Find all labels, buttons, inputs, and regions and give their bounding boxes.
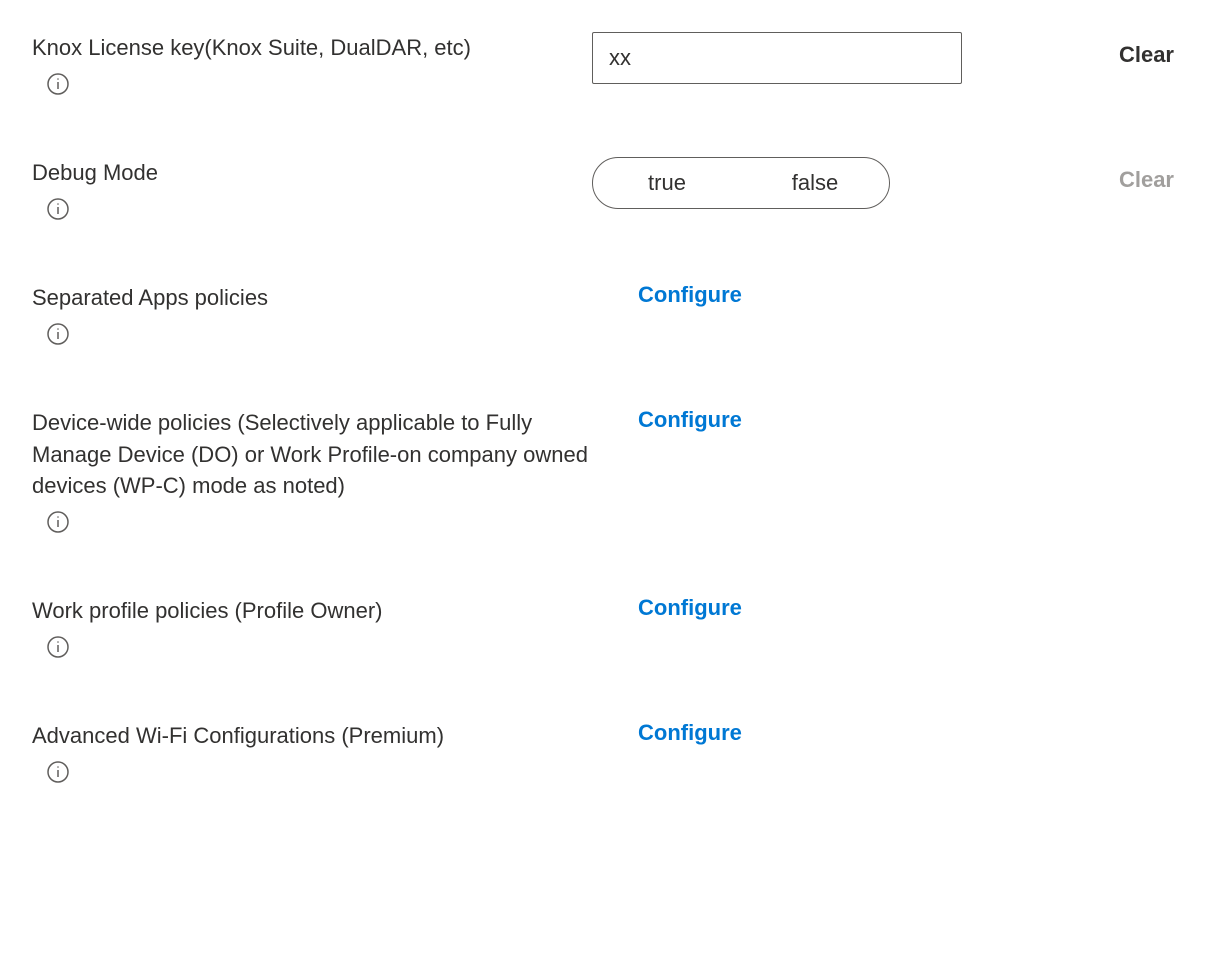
info-icon[interactable]	[46, 72, 70, 96]
wifi-config-configure-button[interactable]: Configure	[592, 720, 742, 746]
device-wide-row: Device-wide policies (Selectively applic…	[32, 407, 1182, 540]
info-icon[interactable]	[46, 197, 70, 221]
debug-mode-true-option[interactable]: true	[593, 158, 741, 208]
debug-mode-row: Debug Mode true false Clear	[32, 157, 1182, 226]
work-profile-configure-button[interactable]: Configure	[592, 595, 742, 621]
info-icon[interactable]	[46, 510, 70, 534]
device-wide-label-col: Device-wide policies (Selectively applic…	[32, 407, 592, 540]
debug-mode-label: Debug Mode	[32, 157, 592, 189]
wifi-config-row: Advanced Wi-Fi Configurations (Premium) …	[32, 720, 1182, 789]
knox-license-clear-col: Clear	[1052, 32, 1182, 68]
work-profile-label: Work profile policies (Profile Owner)	[32, 595, 592, 627]
device-wide-control-col: Configure	[592, 407, 1052, 433]
wifi-config-label: Advanced Wi-Fi Configurations (Premium)	[32, 720, 592, 752]
wifi-config-label-col: Advanced Wi-Fi Configurations (Premium)	[32, 720, 592, 789]
debug-mode-clear-button: Clear	[1119, 157, 1174, 193]
work-profile-row: Work profile policies (Profile Owner) Co…	[32, 595, 1182, 664]
device-wide-configure-button[interactable]: Configure	[592, 407, 742, 433]
debug-mode-clear-col: Clear	[1052, 157, 1182, 193]
info-icon[interactable]	[46, 760, 70, 784]
separated-apps-label: Separated Apps policies	[32, 282, 592, 314]
info-icon[interactable]	[46, 322, 70, 346]
debug-mode-toggle: true false	[592, 157, 890, 209]
knox-license-row: Knox License key(Knox Suite, DualDAR, et…	[32, 32, 1182, 101]
separated-apps-control-col: Configure	[592, 282, 1052, 308]
work-profile-control-col: Configure	[592, 595, 1052, 621]
wifi-config-control-col: Configure	[592, 720, 1052, 746]
debug-mode-control-col: true false	[592, 157, 1052, 209]
separated-apps-row: Separated Apps policies Configure	[32, 282, 1182, 351]
work-profile-label-col: Work profile policies (Profile Owner)	[32, 595, 592, 664]
debug-mode-label-col: Debug Mode	[32, 157, 592, 226]
knox-license-clear-button[interactable]: Clear	[1119, 32, 1174, 68]
debug-mode-false-option[interactable]: false	[741, 158, 889, 208]
separated-apps-label-col: Separated Apps policies	[32, 282, 592, 351]
separated-apps-configure-button[interactable]: Configure	[592, 282, 742, 308]
knox-license-control-col	[592, 32, 1052, 84]
info-icon[interactable]	[46, 635, 70, 659]
knox-license-input[interactable]	[592, 32, 962, 84]
knox-license-label-col: Knox License key(Knox Suite, DualDAR, et…	[32, 32, 592, 101]
device-wide-label: Device-wide policies (Selectively applic…	[32, 407, 592, 503]
knox-license-label: Knox License key(Knox Suite, DualDAR, et…	[32, 32, 592, 64]
